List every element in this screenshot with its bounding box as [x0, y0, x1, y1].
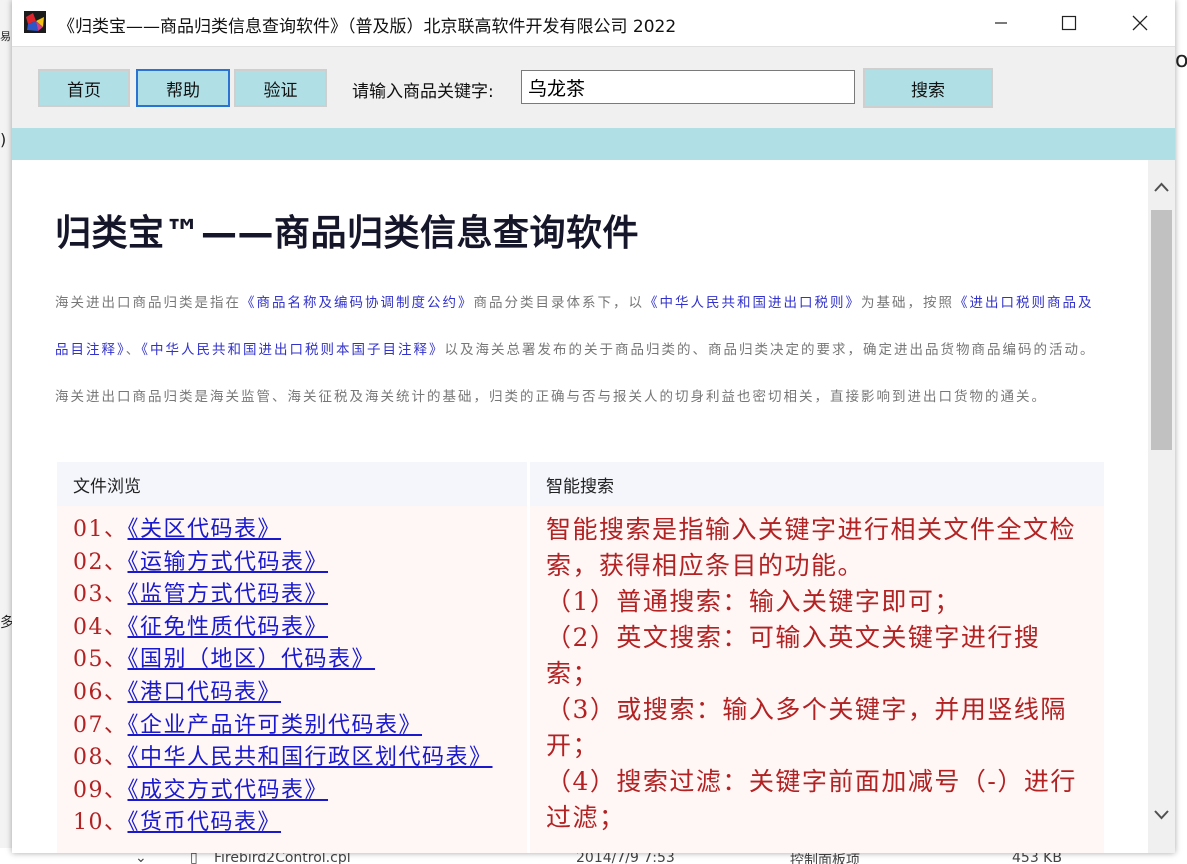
file-link-port[interactable]: 《港口代码表》 [128, 680, 282, 705]
list-item: 09、《成交方式代码表》 [73, 775, 527, 808]
close-icon [1132, 15, 1148, 31]
file-number: 01、 [73, 517, 128, 542]
background-text: 易 [0, 30, 11, 43]
background-text: ) [0, 130, 7, 149]
background-explorer-left: 易 ) 多 [0, 0, 14, 864]
smart-search-line: （4）搜索过滤：关键字前面加减号（-）进行过滤； [546, 767, 1077, 832]
file-number: 06、 [73, 679, 128, 705]
vertical-scrollbar[interactable] [1148, 160, 1175, 853]
title-bar[interactable]: 《归类宝——商品归类信息查询软件》（普及版）北京联高软件开发有限公司 2022 [12, 0, 1175, 46]
intro-text: 商品分类目录体系下，以 [473, 295, 644, 311]
home-button[interactable]: 首页 [38, 69, 130, 107]
smart-search-line: 智能搜索是指输入关键字进行相关文件全文检索，获得相应条目的功能。 [546, 515, 1077, 580]
scroll-down-icon[interactable] [1154, 810, 1169, 820]
file-link-transaction-mode[interactable]: 《成交方式代码表》 [128, 778, 329, 803]
file-link-supervision-mode[interactable]: 《监管方式代码表》 [128, 582, 329, 607]
search-button[interactable]: 搜索 [863, 68, 993, 108]
file-browse-panel: 01、《关区代码表》 02、《运输方式代码表》 03、《监管方式代码表》 04、… [57, 506, 527, 853]
list-item: 07、《企业产品许可类别代码表》 [73, 710, 527, 743]
intro-link-hs-convention[interactable]: 《商品名称及编码协调制度公约》 [241, 295, 474, 311]
smart-search-panel: 智能搜索是指输入关键字进行相关文件全文检索，获得相应条目的功能。 （1）普通搜索… [530, 506, 1104, 853]
file-number: 03、 [73, 582, 128, 608]
file-number: 08、 [73, 745, 128, 771]
list-item: 01、《关区代码表》 [73, 514, 527, 547]
minimize-button[interactable] [978, 0, 1024, 46]
file-number: 02、 [73, 549, 128, 575]
intro-paragraph: 海关进出口商品归类是指在《商品名称及编码协调制度公约》商品分类目录体系下，以《中… [55, 280, 1107, 421]
intro-text: 海关进出口商品归类是指在 [55, 295, 241, 311]
list-item: 02、《运输方式代码表》 [73, 547, 527, 580]
file-link-country-region[interactable]: 《国别（地区）代码表》 [128, 647, 376, 672]
window-title: 《归类宝——商品归类信息查询软件》（普及版）北京联高软件开发有限公司 2022 [58, 17, 677, 37]
app-logo-icon [24, 11, 46, 33]
search-prompt-label: 请输入商品关键字: [352, 82, 494, 102]
list-item: 05、《国别（地区）代码表》 [73, 644, 527, 677]
file-number: 07、 [73, 712, 128, 738]
file-link-administrative-division[interactable]: 《中华人民共和国行政区划代码表》 [128, 745, 493, 770]
file-number: 05、 [73, 647, 128, 673]
background-text: o [1175, 48, 1187, 73]
file-number: 09、 [73, 777, 128, 803]
intro-text: 、 [125, 342, 142, 358]
smart-search-header: 智能搜索 [530, 462, 1104, 506]
file-number: 04、 [73, 614, 128, 640]
smart-search-line: （2）英文搜索：可输入英文关键字进行搜索； [546, 623, 1041, 688]
intro-link-subheading-notes[interactable]: 《中华人民共和国进出口税则本国子目注释》 [141, 342, 444, 358]
scroll-up-icon[interactable] [1154, 182, 1169, 192]
maximize-icon [1061, 15, 1077, 31]
file-link-transport-mode[interactable]: 《运输方式代码表》 [128, 550, 329, 575]
file-link-license-category[interactable]: 《企业产品许可类别代码表》 [128, 713, 423, 738]
list-item: 04、《征免性质代码表》 [73, 612, 527, 645]
help-page: 归类宝™——商品归类信息查询软件 海关进出口商品归类是指在《商品名称及编码协调制… [12, 160, 1148, 853]
file-link-exemption-nature[interactable]: 《征免性质代码表》 [128, 615, 329, 640]
page-title: 归类宝™——商品归类信息查询软件 [55, 213, 640, 254]
maximize-button[interactable] [1046, 0, 1092, 46]
intro-link-tariff[interactable]: 《中华人民共和国进出口税则》 [644, 295, 861, 311]
list-item: 10、《货币代码表》 [73, 807, 527, 840]
list-item: 06、《港口代码表》 [73, 677, 527, 710]
help-button[interactable]: 帮助 [136, 69, 230, 107]
header-band [12, 128, 1175, 160]
smart-search-description: 智能搜索是指输入关键字进行相关文件全文检索，获得相应条目的功能。 （1）普通搜索… [530, 506, 1104, 836]
list-item: 08、《中华人民共和国行政区划代码表》 [73, 742, 527, 775]
file-link-customs-district[interactable]: 《关区代码表》 [128, 517, 282, 542]
file-browse-header: 文件浏览 [57, 462, 527, 506]
app-window: 《归类宝——商品归类信息查询软件》（普及版）北京联高软件开发有限公司 2022 … [12, 0, 1175, 853]
file-list: 01、《关区代码表》 02、《运输方式代码表》 03、《监管方式代码表》 04、… [57, 506, 527, 840]
verify-button[interactable]: 验证 [234, 69, 327, 107]
smart-search-line: （1）普通搜索：输入关键字即可； [546, 587, 961, 616]
search-input[interactable] [521, 70, 855, 104]
toolbar: 首页 帮助 验证 请输入商品关键字: 搜索 [12, 46, 1175, 129]
scrollbar-thumb[interactable] [1151, 210, 1172, 450]
minimize-icon [995, 22, 1007, 24]
smart-search-line: （3）或搜索：输入多个关键字，并用竖线隔开； [546, 695, 1067, 760]
file-link-currency[interactable]: 《货币代码表》 [128, 810, 282, 835]
file-number: 10、 [73, 810, 128, 836]
background-explorer-right: o [1175, 0, 1187, 864]
list-item: 03、《监管方式代码表》 [73, 579, 527, 612]
intro-text: 为基础，按照 [861, 295, 954, 311]
close-button[interactable] [1117, 0, 1163, 46]
